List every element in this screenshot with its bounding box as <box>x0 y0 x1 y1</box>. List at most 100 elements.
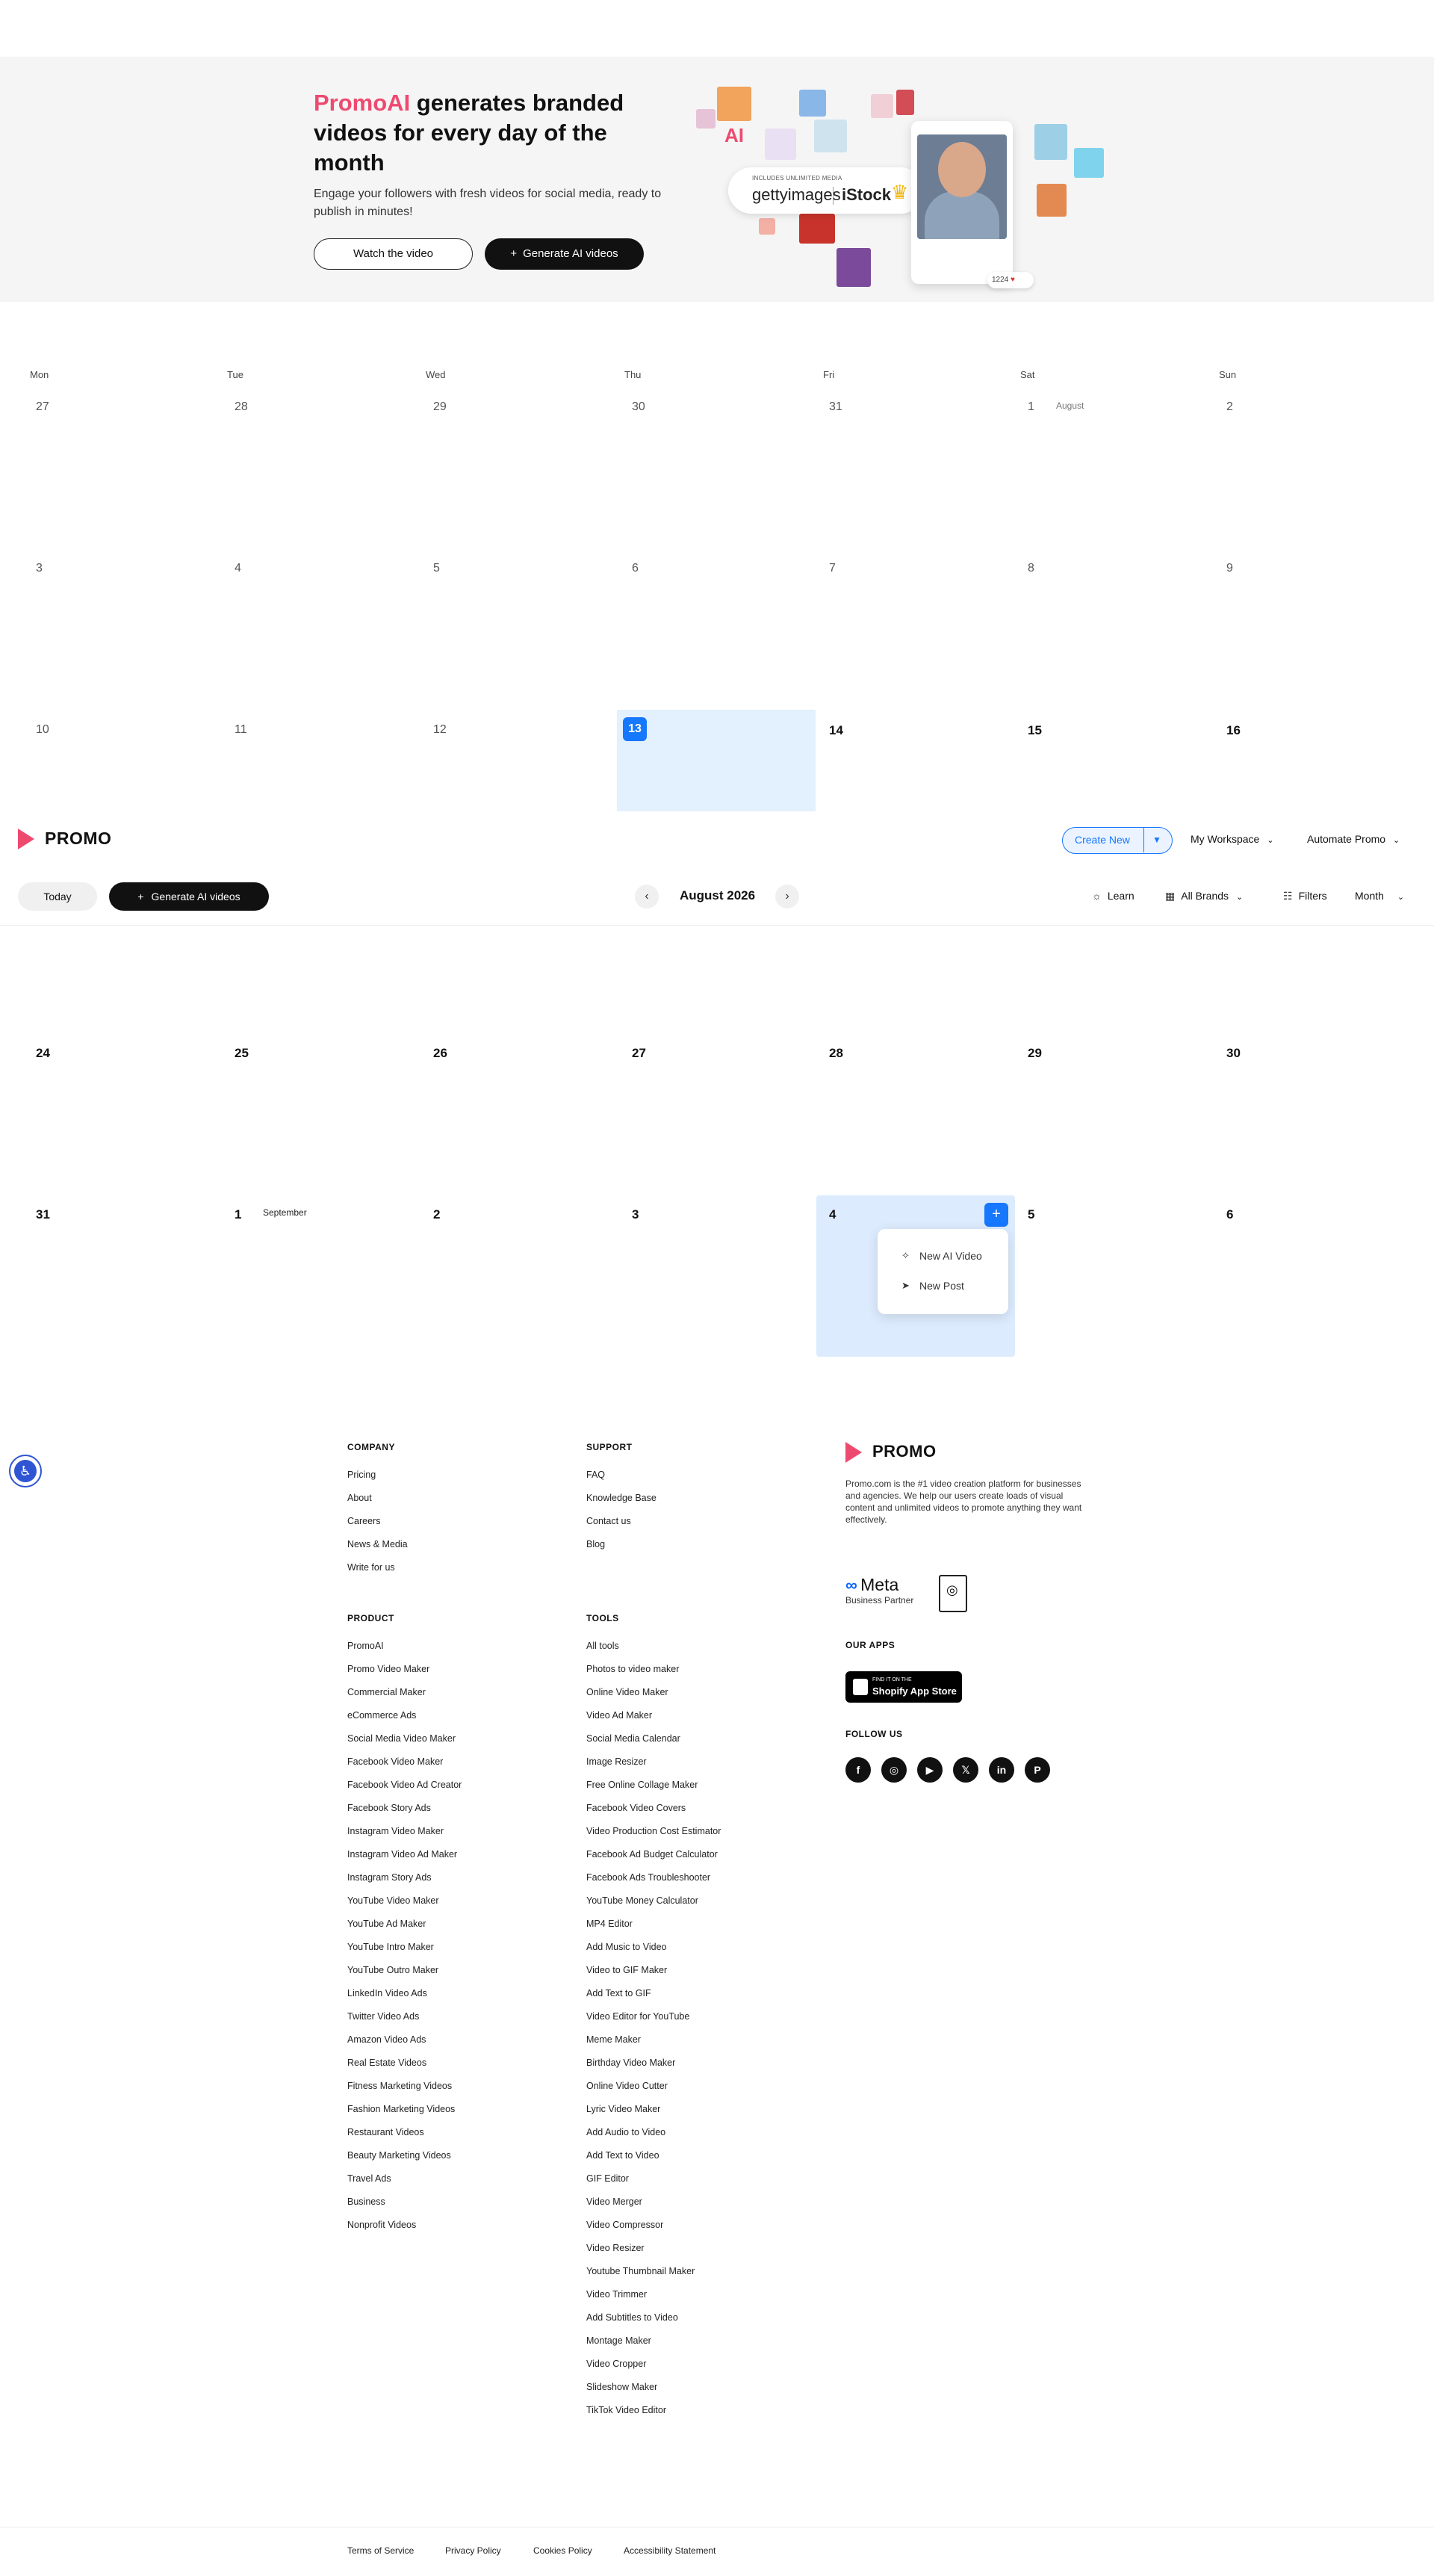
footer-link-product[interactable]: Instagram Story Ads <box>347 1872 432 1883</box>
day-number[interactable]: 31 <box>36 1207 50 1222</box>
legal-link[interactable]: Privacy Policy <box>445 2545 501 2556</box>
x-icon[interactable]: 𝕏 <box>953 1757 978 1783</box>
footer-link-tools[interactable]: Image Resizer <box>586 1756 647 1767</box>
day-number[interactable]: 25 <box>235 1046 249 1061</box>
footer-link-product[interactable]: Nonprofit Videos <box>347 2220 416 2230</box>
footer-link-product[interactable]: Instagram Video Maker <box>347 1826 444 1836</box>
day-number[interactable]: 5 <box>433 562 440 575</box>
footer-link-tools[interactable]: Add Text to GIF <box>586 1988 651 1998</box>
footer-link-product[interactable]: Business <box>347 2196 385 2207</box>
footer-link-product[interactable]: Beauty Marketing Videos <box>347 2150 451 2161</box>
automate-promo-menu[interactable]: Automate Promo ⌄ <box>1307 833 1400 845</box>
footer-link-tools[interactable]: Video Cropper <box>586 2359 646 2369</box>
facebook-icon[interactable]: f <box>845 1757 871 1783</box>
footer-link-tools[interactable]: Lyric Video Maker <box>586 2104 660 2114</box>
day-number[interactable]: 27 <box>632 1046 646 1061</box>
footer-link-tools[interactable]: Add Text to Video <box>586 2150 659 2161</box>
pinterest-icon[interactable]: P <box>1025 1757 1050 1783</box>
new-post-option[interactable]: New Post <box>919 1280 964 1292</box>
day-number[interactable]: 10 <box>36 723 49 737</box>
day-number[interactable]: 7 <box>829 562 836 575</box>
footer-link-product[interactable]: Instagram Video Ad Maker <box>347 1849 457 1860</box>
footer-link-tools[interactable]: MP4 Editor <box>586 1919 633 1929</box>
day-number[interactable]: 3 <box>36 562 43 575</box>
create-new-button[interactable]: Create New ▼ <box>1062 827 1173 854</box>
next-month-button[interactable]: › <box>775 885 799 908</box>
footer-link-product[interactable]: PromoAI <box>347 1641 384 1651</box>
day-number[interactable]: 26 <box>433 1046 447 1061</box>
footer-link-support[interactable]: Blog <box>586 1539 605 1549</box>
footer-link-tools[interactable]: Video Ad Maker <box>586 1710 652 1721</box>
footer-link-company[interactable]: Pricing <box>347 1470 376 1480</box>
footer-link-support[interactable]: Knowledge Base <box>586 1493 657 1503</box>
legal-link[interactable]: Accessibility Statement <box>624 2545 716 2556</box>
footer-link-company[interactable]: News & Media <box>347 1539 408 1549</box>
footer-link-tools[interactable]: Video to GIF Maker <box>586 1965 667 1975</box>
footer-promo-logo-icon[interactable] <box>845 1442 862 1463</box>
footer-link-product[interactable]: Restaurant Videos <box>347 2127 424 2137</box>
footer-link-tools[interactable]: Photos to video maker <box>586 1664 679 1674</box>
day-number[interactable]: 2 <box>1226 400 1233 414</box>
day-number[interactable]: 4 <box>829 1207 836 1222</box>
footer-link-company[interactable]: About <box>347 1493 372 1503</box>
day-number[interactable]: 31 <box>829 400 842 414</box>
chevron-down-icon[interactable]: ▼ <box>1152 828 1161 852</box>
footer-promo-logo-text[interactable]: PROMO <box>872 1442 937 1461</box>
footer-link-tools[interactable]: Online Video Maker <box>586 1687 668 1697</box>
day-number[interactable]: 30 <box>632 400 645 414</box>
promo-logo-icon[interactable] <box>18 829 34 849</box>
footer-link-tools[interactable]: Video Trimmer <box>586 2289 647 2300</box>
footer-link-product[interactable]: eCommerce Ads <box>347 1710 416 1721</box>
footer-link-product[interactable]: Commercial Maker <box>347 1687 426 1697</box>
footer-link-product[interactable]: Facebook Story Ads <box>347 1803 431 1813</box>
day-number[interactable]: 29 <box>1028 1046 1042 1061</box>
footer-link-company[interactable]: Careers <box>347 1516 380 1526</box>
day-number[interactable]: 28 <box>235 400 248 414</box>
footer-link-tools[interactable]: Online Video Cutter <box>586 2081 668 2091</box>
day-number[interactable]: 1 <box>1028 400 1034 414</box>
footer-link-tools[interactable]: Facebook Ad Budget Calculator <box>586 1849 718 1860</box>
footer-link-tools[interactable]: TikTok Video Editor <box>586 2405 666 2415</box>
day-number[interactable]: 14 <box>829 723 843 738</box>
footer-link-tools[interactable]: Video Merger <box>586 2196 642 2207</box>
footer-link-tools[interactable]: Social Media Calendar <box>586 1733 680 1744</box>
footer-link-tools[interactable]: Add Music to Video <box>586 1942 666 1952</box>
add-content-button[interactable]: + <box>984 1203 1008 1227</box>
linkedin-icon[interactable]: in <box>989 1757 1014 1783</box>
footer-link-tools[interactable]: Slideshow Maker <box>586 2382 657 2392</box>
day-number[interactable]: 29 <box>433 400 447 414</box>
generate-ai-videos-button[interactable]: + Generate AI videos <box>109 882 269 911</box>
footer-link-tools[interactable]: Birthday Video Maker <box>586 2058 675 2068</box>
accessibility-button[interactable]: ♿ <box>9 1455 42 1487</box>
footer-link-tools[interactable]: Facebook Ads Troubleshooter <box>586 1872 710 1883</box>
today-button[interactable]: Today <box>18 882 97 911</box>
hero-generate-button[interactable]: + Generate AI videos <box>485 238 644 270</box>
footer-link-product[interactable]: YouTube Outro Maker <box>347 1965 438 1975</box>
footer-link-product[interactable]: Social Media Video Maker <box>347 1733 456 1744</box>
day-number[interactable]: 12 <box>433 723 447 737</box>
day-number[interactable]: 6 <box>632 562 639 575</box>
footer-link-support[interactable]: FAQ <box>586 1470 605 1480</box>
day-number[interactable]: 28 <box>829 1046 843 1061</box>
footer-link-support[interactable]: Contact us <box>586 1516 631 1526</box>
footer-link-tools[interactable]: Video Editor for YouTube <box>586 2011 689 2022</box>
day-number[interactable]: 3 <box>632 1207 639 1222</box>
footer-link-product[interactable]: Promo Video Maker <box>347 1664 429 1674</box>
day-number[interactable]: 11 <box>235 723 247 737</box>
day-number[interactable]: 1 <box>235 1207 241 1222</box>
day-number[interactable]: 9 <box>1226 562 1233 575</box>
footer-link-tools[interactable]: Video Resizer <box>586 2243 645 2253</box>
day-number[interactable]: 16 <box>1226 723 1241 738</box>
footer-link-company[interactable]: Write for us <box>347 1562 395 1573</box>
legal-link[interactable]: Cookies Policy <box>533 2545 592 2556</box>
footer-link-tools[interactable]: Youtube Thumbnail Maker <box>586 2266 695 2276</box>
filters-button[interactable]: ☷ Filters <box>1283 890 1327 902</box>
footer-link-product[interactable]: Twitter Video Ads <box>347 2011 419 2022</box>
promo-logo-text[interactable]: PROMO <box>45 829 111 849</box>
day-number[interactable]: 8 <box>1028 562 1034 575</box>
youtube-icon[interactable]: ▶ <box>917 1757 943 1783</box>
footer-link-tools[interactable]: Montage Maker <box>586 2335 651 2346</box>
day-number[interactable]: 27 <box>36 400 49 414</box>
instagram-icon[interactable]: ◎ <box>881 1757 907 1783</box>
shopify-app-store-badge[interactable]: FIND IT ON THE Shopify App Store <box>845 1671 962 1703</box>
